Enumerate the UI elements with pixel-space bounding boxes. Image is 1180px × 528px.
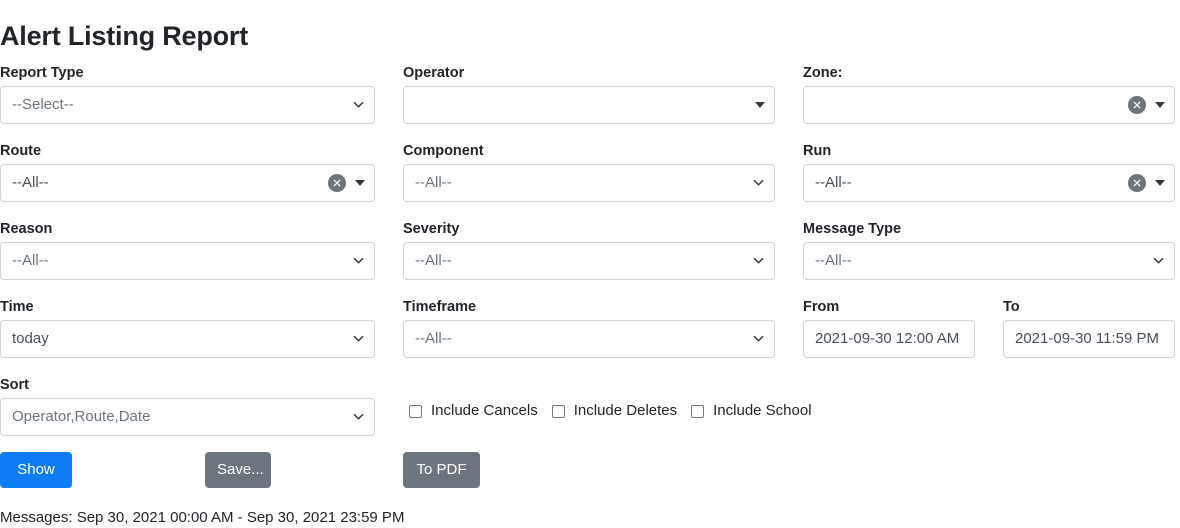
label-sort: Sort xyxy=(0,376,375,394)
field-sort: Sort Operator,Route,Date xyxy=(0,376,375,436)
checkbox-include-deletes[interactable]: Include Deletes xyxy=(552,401,691,421)
field-report-type: Report Type --Select-- xyxy=(0,64,375,124)
message-type-select[interactable]: --All-- xyxy=(803,242,1175,280)
label-report-type: Report Type xyxy=(0,64,375,82)
route-value: --All-- xyxy=(12,165,49,201)
label-run: Run xyxy=(803,142,1175,160)
caret-down-icon xyxy=(755,102,765,108)
caret-down-icon xyxy=(355,180,365,186)
operator-combobox[interactable] xyxy=(403,86,775,124)
field-run: Run --All-- xyxy=(803,142,1175,202)
time-value: today xyxy=(12,321,49,357)
reason-value: --All-- xyxy=(12,243,49,279)
status-message: Messages: Sep 30, 2021 00:00 AM - Sep 30… xyxy=(0,508,404,528)
chevron-down-icon xyxy=(753,255,764,266)
report-type-value: --Select-- xyxy=(12,87,74,123)
page-title: Alert Listing Report xyxy=(0,18,248,54)
label-reason: Reason xyxy=(0,220,375,238)
field-time: Time today xyxy=(0,298,375,358)
checkbox-box[interactable] xyxy=(552,405,565,418)
timeframe-value: --All-- xyxy=(415,321,452,357)
field-message-type: Message Type --All-- xyxy=(803,220,1175,280)
show-button[interactable]: Show xyxy=(0,452,72,488)
checkbox-label: Include Deletes xyxy=(574,401,677,421)
from-date-input[interactable]: 2021-09-30 12:00 AM xyxy=(803,320,975,358)
label-severity: Severity xyxy=(403,220,775,238)
label-from: From xyxy=(803,298,975,316)
field-route: Route --All-- xyxy=(0,142,375,202)
caret-down-icon xyxy=(1155,102,1165,108)
report-type-select[interactable]: --Select-- xyxy=(0,86,375,124)
component-select[interactable]: --All-- xyxy=(403,164,775,202)
run-combobox[interactable]: --All-- xyxy=(803,164,1175,202)
component-value: --All-- xyxy=(415,165,452,201)
checkbox-include-school[interactable]: Include School xyxy=(691,401,811,421)
label-component: Component xyxy=(403,142,775,160)
label-message-type: Message Type xyxy=(803,220,1175,238)
chevron-down-icon xyxy=(753,177,764,188)
timeframe-select[interactable]: --All-- xyxy=(403,320,775,358)
label-operator: Operator xyxy=(403,64,775,82)
checkbox-include-cancels[interactable]: Include Cancels xyxy=(409,401,552,421)
field-operator: Operator xyxy=(403,64,775,124)
field-reason: Reason --All-- xyxy=(0,220,375,280)
zone-combobox[interactable] xyxy=(803,86,1175,124)
chevron-down-icon xyxy=(353,255,364,266)
label-zone: Zone: xyxy=(803,64,1175,82)
chevron-down-icon xyxy=(1153,255,1164,266)
reason-select[interactable]: --All-- xyxy=(0,242,375,280)
checkbox-box[interactable] xyxy=(691,405,704,418)
checkbox-label: Include Cancels xyxy=(431,401,538,421)
label-route: Route xyxy=(0,142,375,160)
to-date-input[interactable]: 2021-09-30 11:59 PM xyxy=(1003,320,1175,358)
label-to: To xyxy=(1003,298,1175,316)
label-time: Time xyxy=(0,298,375,316)
clear-icon[interactable] xyxy=(328,174,346,192)
caret-down-icon xyxy=(1155,180,1165,186)
sort-value: Operator,Route,Date xyxy=(12,399,150,435)
field-to: To 2021-09-30 11:59 PM xyxy=(1003,298,1175,358)
field-zone: Zone: xyxy=(803,64,1175,124)
clear-icon[interactable] xyxy=(1128,96,1146,114)
time-select[interactable]: today xyxy=(0,320,375,358)
to-pdf-button[interactable]: To PDF xyxy=(403,452,480,488)
checkbox-box[interactable] xyxy=(409,405,422,418)
field-from: From 2021-09-30 12:00 AM xyxy=(803,298,975,358)
chevron-down-icon xyxy=(753,333,764,344)
message-type-value: --All-- xyxy=(815,243,852,279)
severity-select[interactable]: --All-- xyxy=(403,242,775,280)
include-options-group: Include Cancels Include Deletes Include … xyxy=(409,401,812,421)
alert-listing-report-page: Alert Listing Report Report Type --Selec… xyxy=(0,0,1180,528)
field-severity: Severity --All-- xyxy=(403,220,775,280)
checkbox-label: Include School xyxy=(713,401,811,421)
field-timeframe: Timeframe --All-- xyxy=(403,298,775,358)
sort-select[interactable]: Operator,Route,Date xyxy=(0,398,375,436)
chevron-down-icon xyxy=(353,99,364,110)
chevron-down-icon xyxy=(353,333,364,344)
chevron-down-icon xyxy=(353,411,364,422)
save-button[interactable]: Save... xyxy=(205,452,271,488)
run-value: --All-- xyxy=(815,165,852,201)
clear-icon[interactable] xyxy=(1128,174,1146,192)
route-combobox[interactable]: --All-- xyxy=(0,164,375,202)
severity-value: --All-- xyxy=(415,243,452,279)
label-timeframe: Timeframe xyxy=(403,298,775,316)
field-component: Component --All-- xyxy=(403,142,775,202)
